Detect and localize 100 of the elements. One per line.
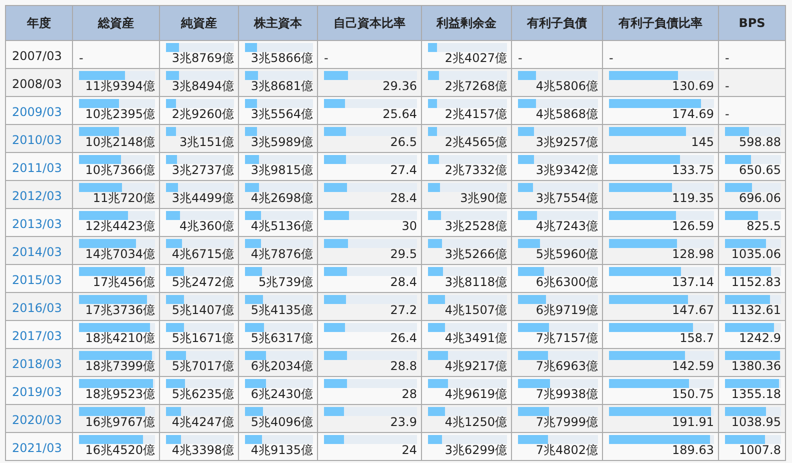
cell-value: 4兆5868億 <box>536 108 598 123</box>
cell-value: 18兆9523億 <box>85 388 155 403</box>
cell-value: - <box>518 52 522 67</box>
cell-value: 7兆7999億 <box>536 416 598 431</box>
cell-value: 5兆4096億 <box>250 416 313 431</box>
cell-value: 4兆360億 <box>179 220 234 235</box>
cell-value: 7兆6963億 <box>536 360 598 375</box>
column-header: 年度 <box>6 6 72 40</box>
cell-value: 2兆4565億 <box>444 136 507 151</box>
cell-value: 133.75 <box>672 164 714 179</box>
column-header: BPS <box>718 6 786 40</box>
cell-value: 1242.9 <box>739 332 781 347</box>
cell-value: 16兆9767億 <box>85 416 155 431</box>
cell-value: 5兆1407億 <box>172 304 234 319</box>
cell-value: 23.9 <box>390 416 417 431</box>
cell-value: 3兆5866億 <box>250 52 313 67</box>
cell-value: 3兆4499億 <box>172 192 234 207</box>
cell-value: - <box>725 108 730 123</box>
cell-value: 126.59 <box>672 220 714 235</box>
cell-value: 5兆739億 <box>258 276 313 291</box>
cell-value: 4兆6715億 <box>172 248 234 263</box>
cell-value: 18兆4210億 <box>85 332 155 347</box>
cell-value: 130.69 <box>672 80 714 95</box>
cell-value: 3兆9257億 <box>536 136 598 151</box>
cell-value: 7兆4802億 <box>536 444 598 459</box>
cell-value: 5兆4135億 <box>250 304 313 319</box>
cell-value: 191.91 <box>672 416 714 431</box>
cell-value: 30 <box>402 220 417 235</box>
cell-value: 4兆9619億 <box>444 388 507 403</box>
cell-value: - <box>609 52 614 67</box>
cell-value: 26.4 <box>390 332 417 347</box>
cell-value: 598.88 <box>739 136 781 151</box>
cell-value: 4兆2698億 <box>250 192 313 207</box>
column-header: 純資産 <box>160 6 238 40</box>
cell-value: 1380.36 <box>731 360 781 375</box>
cell-value: 1132.61 <box>731 304 781 319</box>
cell-value: 25.64 <box>382 108 417 123</box>
cell-value: 7兆7157億 <box>536 332 598 347</box>
cell-value: 158.7 <box>680 332 714 347</box>
cell-value: - <box>79 52 84 67</box>
cell-value: 6兆2430億 <box>250 388 313 403</box>
cell-value: 16兆4520億 <box>85 444 155 459</box>
column-header: 有利子負債 <box>512 6 602 40</box>
cell-value: 26.5 <box>390 136 417 151</box>
cell-value: 3兆8769億 <box>172 52 234 67</box>
cell-value: 17兆456億 <box>92 276 155 291</box>
cell-value: 3兆90億 <box>460 192 507 207</box>
cell-value: 11兆9394億 <box>85 80 155 95</box>
cell-value: 12兆4423億 <box>85 220 155 235</box>
cell-value: 10兆2395億 <box>85 108 155 123</box>
cell-value: 150.75 <box>672 388 714 403</box>
cell-value: 696.06 <box>739 192 781 207</box>
cell-value: 174.69 <box>672 108 714 123</box>
cell-value: 4兆7243億 <box>536 220 598 235</box>
cell-value: 6兆6300億 <box>536 276 598 291</box>
column-header: 株主資本 <box>238 6 318 40</box>
cell-value: 2兆7332億 <box>444 164 507 179</box>
cell-value: 4兆3398億 <box>172 444 234 459</box>
column-header: 総資産 <box>72 6 160 40</box>
cell-value: 27.2 <box>390 304 417 319</box>
year-label: 2008/03 <box>12 77 62 93</box>
cell-value: 1035.06 <box>731 248 781 263</box>
cell-value: 3兆2737億 <box>172 164 234 179</box>
cell-value: 2兆4157億 <box>444 108 507 123</box>
cell-value: 189.63 <box>672 444 714 459</box>
cell-value: 5兆6317億 <box>250 332 313 347</box>
cell-value: 28.4 <box>390 192 417 207</box>
cell-value: 4兆5806億 <box>536 80 598 95</box>
cell-value: 128.98 <box>672 248 714 263</box>
cell-value: 6兆2034億 <box>250 360 313 375</box>
cell-value: 4兆9135億 <box>250 444 313 459</box>
cell-value: 3兆8494億 <box>172 80 234 95</box>
cell-value: 14兆7034億 <box>85 248 155 263</box>
cell-value: 11兆720億 <box>92 192 155 207</box>
cell-value: 5兆1671億 <box>172 332 234 347</box>
cell-value: 27.4 <box>390 164 417 179</box>
cell-value: 825.5 <box>746 220 781 235</box>
cell-value: 4兆4247億 <box>172 416 234 431</box>
cell-value: 3兆5989億 <box>250 136 313 151</box>
cell-value: 3兆8681億 <box>250 80 313 95</box>
cell-value: 2兆4027億 <box>444 52 507 67</box>
cell-value: 3兆2528億 <box>444 220 507 235</box>
cell-value: 10兆2148億 <box>85 136 155 151</box>
cell-value: 5兆2472億 <box>172 276 234 291</box>
cell-value: 28.4 <box>390 276 417 291</box>
cell-value: 4兆1250億 <box>444 416 507 431</box>
cell-value: 29.5 <box>390 248 417 263</box>
cell-value: 137.14 <box>672 276 714 291</box>
cell-value: 4兆1507億 <box>444 304 507 319</box>
cell-value: 28.8 <box>390 360 417 375</box>
column-header: 有利子負債比率 <box>602 6 718 40</box>
column-header: 利益剰余金 <box>422 6 512 40</box>
cell-value: 17兆3736億 <box>85 304 155 319</box>
cell-value: 28 <box>402 388 417 403</box>
cell-value: 145 <box>691 136 714 151</box>
cell-value: 142.59 <box>672 360 714 375</box>
cell-value: 2兆9260億 <box>172 108 234 123</box>
cell-value: - <box>725 52 730 67</box>
cell-value: 1152.83 <box>731 276 781 291</box>
cell-value: 4兆7876億 <box>250 248 313 263</box>
